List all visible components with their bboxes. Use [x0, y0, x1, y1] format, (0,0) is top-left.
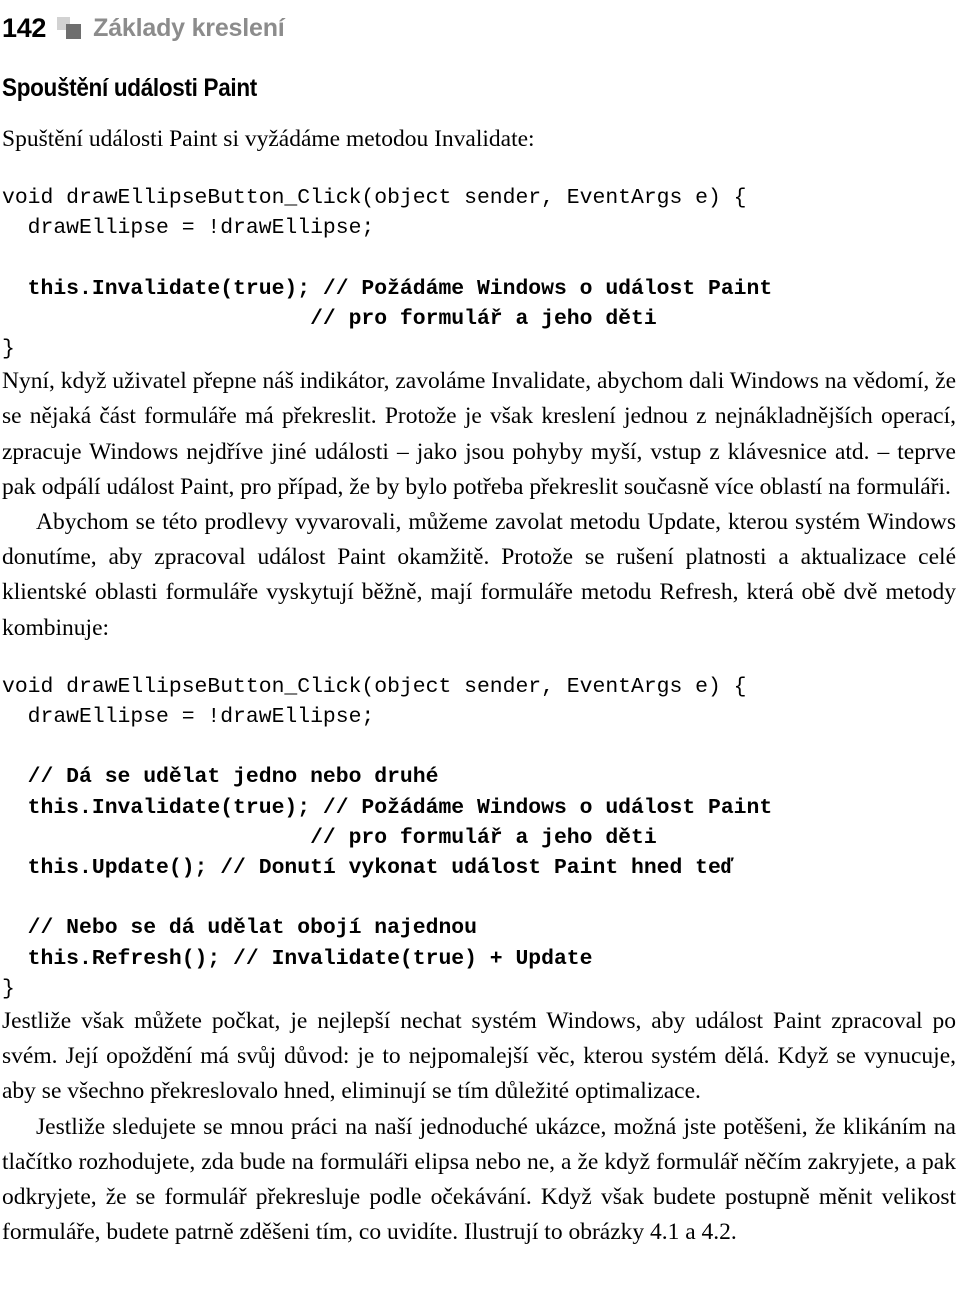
- code-listing-second: void drawEllipseButton_Click(object send…: [0, 672, 960, 1004]
- two-squares-icon: [57, 17, 83, 39]
- code-block-second: void drawEllipseButton_Click(object send…: [0, 672, 960, 1004]
- code-line: // pro formulář a jeho děti: [2, 825, 657, 850]
- document-page: 142 Základy kreslení Spouštění události …: [0, 0, 960, 1308]
- code-line: }: [2, 336, 15, 361]
- code-block-first: void drawEllipseButton_Click(object send…: [0, 183, 960, 364]
- paragraph-after-code-first: Nyní, když uživatel přepne náš indikátor…: [2, 368, 956, 500]
- code-line: this.Update(); // Donutí vykonat událost…: [2, 856, 734, 881]
- running-head: 142 Základy kreslení: [2, 0, 960, 50]
- chapter-title: Základy kreslení: [93, 13, 285, 42]
- code-line: drawEllipse = !drawEllipse;: [2, 216, 375, 241]
- page-number: 142: [2, 12, 47, 43]
- section-heading: Spouštění události Paint: [2, 74, 257, 102]
- code-listing-first: void drawEllipseButton_Click(object send…: [0, 183, 960, 364]
- code-line: void drawEllipseButton_Click(object send…: [2, 185, 747, 210]
- paragraph-intro: Spuštění události Paint si vyžádáme meto…: [2, 125, 535, 152]
- code-line: // Dá se udělat jedno nebo druhé: [2, 765, 439, 790]
- paragraph-update-refresh: Abychom se této prodlevy vyvarovali, můž…: [2, 508, 956, 641]
- two-squares-icon-dark-square: [66, 24, 82, 39]
- code-line: // Nebo se dá udělat obojí najednou: [2, 916, 477, 941]
- paragraph-closing: Jestliže sledujete se mnou práci na naší…: [2, 1113, 956, 1246]
- code-line: }: [2, 976, 15, 1001]
- paragraph-after-code-second: Jestliže však můžete počkat, je nejlepší…: [2, 1008, 956, 1105]
- code-line: // pro formulář a jeho děti: [2, 306, 657, 331]
- code-line: this.Invalidate(true); // Požádáme Windo…: [2, 276, 773, 301]
- code-line: void drawEllipseButton_Click(object send…: [2, 674, 747, 699]
- code-line: this.Invalidate(true); // Požádáme Windo…: [2, 795, 773, 820]
- code-line: this.Refresh(); // Invalidate(true) + Up…: [2, 946, 593, 971]
- code-line: drawEllipse = !drawEllipse;: [2, 705, 375, 729]
